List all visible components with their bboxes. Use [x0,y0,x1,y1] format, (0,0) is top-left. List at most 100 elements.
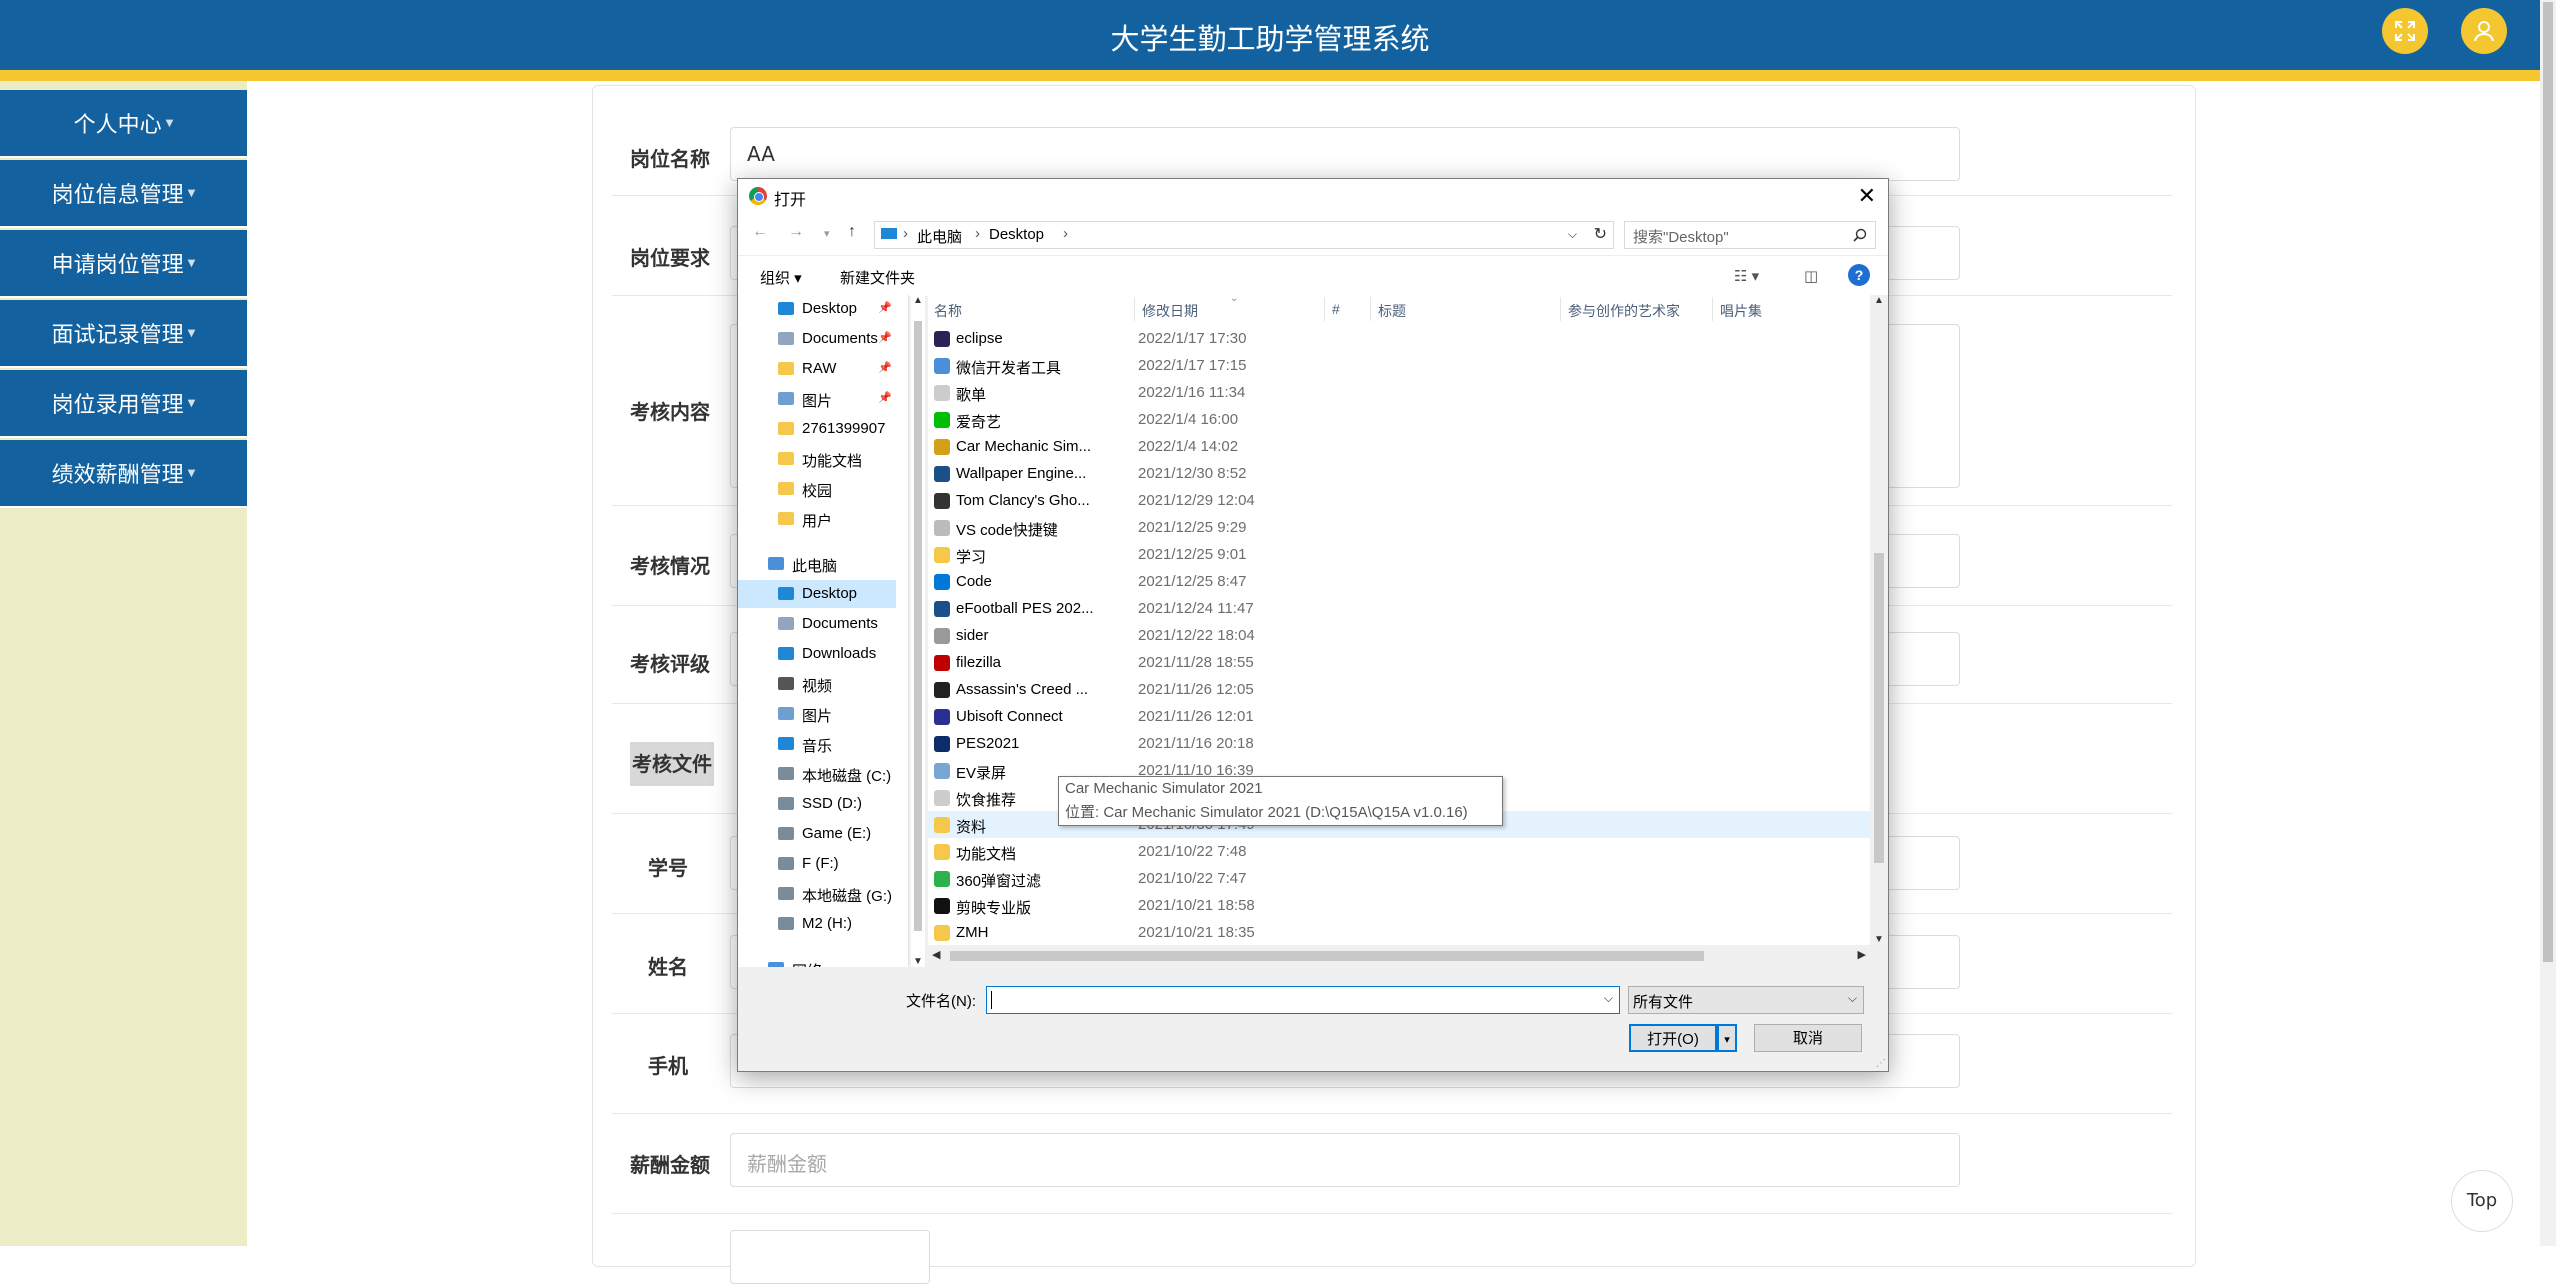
file-row[interactable]: Wallpaper Engine... 2021/12/30 8:52 [928,460,1870,487]
file-row[interactable]: filezilla 2021/11/28 18:55 [928,649,1870,676]
file-row[interactable]: 功能文档 2021/10/22 7:48 [928,838,1870,865]
file-row[interactable]: ZMH 2021/10/21 18:35 [928,919,1870,945]
column-header-album[interactable]: 唱片集 [1720,301,1762,321]
preview-pane-icon[interactable]: ◫ [1804,267,1818,285]
chevron-down-icon[interactable]: ⌵ [1848,991,1857,1006]
open-dropdown-button[interactable]: ▾ [1717,1024,1737,1052]
back-to-top-button[interactable]: Top [2451,1170,2513,1232]
nav-item[interactable]: Documents [738,610,896,638]
file-row[interactable]: VS code快捷键 2021/12/25 9:29 [928,514,1870,541]
sidebar-item-performance-salary[interactable]: 绩效薪酬管理 ▼ [0,440,247,508]
nav-item[interactable]: 本地磁盘 (G:) [738,880,896,908]
nav-item[interactable]: SSD (D:) [738,790,896,818]
file-row[interactable]: 爱奇艺 2022/1/4 16:00 [928,406,1870,433]
file-row[interactable]: Ubisoft Connect 2021/11/26 12:01 [928,703,1870,730]
breadcrumb-this-pc[interactable]: 此电脑 [917,226,962,247]
new-folder-button[interactable]: 新建文件夹 [840,267,915,288]
job-name-input[interactable]: AA [730,127,1960,181]
chevron-down-icon[interactable]: ⌵ [1568,227,1577,242]
cancel-button[interactable]: 取消 [1754,1024,1862,1052]
nav-item[interactable]: 网络 [738,955,896,967]
nav-item[interactable]: 此电脑 [738,550,896,578]
view-options-icon[interactable]: ☷ ▾ [1734,267,1759,285]
scroll-up-icon[interactable]: ▲ [1874,295,1884,306]
salary-input[interactable]: 薪酬金额 [730,1133,1960,1187]
nav-item[interactable]: Desktop [738,580,896,608]
nav-item[interactable]: 图片 📌 [738,385,896,413]
file-row[interactable]: Assassin's Creed ... 2021/11/26 12:05 [928,676,1870,703]
folder-icon [768,557,784,570]
refresh-icon[interactable]: ↻ [1594,224,1607,244]
nav-item[interactable]: 校园 [738,475,896,503]
sidebar-item-job-hiring[interactable]: 岗位录用管理 ▼ [0,370,247,438]
file-row[interactable]: 歌单 2022/1/16 11:34 [928,379,1870,406]
submit-area[interactable] [730,1230,930,1284]
file-row[interactable]: Tom Clancy's Gho... 2021/12/29 12:04 [928,487,1870,514]
sidebar-item-job-info[interactable]: 岗位信息管理 ▼ [0,160,247,228]
chevron-down-icon[interactable]: ⌵ [1604,991,1613,1006]
nav-item[interactable]: F (F:) [738,850,896,878]
file-row[interactable]: Car Mechanic Sim... 2022/1/4 14:02 [928,433,1870,460]
file-row[interactable]: 360弹窗过滤 2021/10/22 7:47 [928,865,1870,892]
column-header-title[interactable]: 标题 [1378,301,1406,321]
up-arrow-icon[interactable]: ↑ [848,223,856,241]
scroll-right-icon[interactable]: ▶ [1858,948,1866,961]
nav-item[interactable]: Documents 📌 [738,325,896,353]
open-button[interactable]: 打开(O) [1629,1024,1717,1052]
file-list-hscrollbar[interactable]: ◀ ▶ [928,945,1870,967]
user-button[interactable] [2461,8,2507,54]
file-list-scrollbar[interactable]: ▲ ▼ [1870,295,1888,945]
nav-item[interactable]: 视频 [738,670,896,698]
file-name: 剪映专业版 [956,900,1032,917]
nav-item[interactable]: Game (E:) [738,820,896,848]
navigation-pane-scrollbar[interactable]: ▲ ▼ [911,295,925,967]
file-row[interactable]: 剪映专业版 2021/10/21 18:58 [928,892,1870,919]
help-icon[interactable]: ? [1848,264,1870,286]
file-row[interactable]: Code 2021/12/25 8:47 [928,568,1870,595]
address-bar[interactable]: › 此电脑 › Desktop › ⌵ ↻ [874,221,1614,249]
back-arrow-icon[interactable]: ← [752,223,768,241]
sidebar-item-interview-records[interactable]: 面试记录管理 ▼ [0,300,247,368]
organize-button[interactable]: 组织 ▾ [760,267,802,288]
file-icon [934,736,950,752]
nav-item[interactable]: RAW 📌 [738,355,896,383]
app-title: 大学生勤工助学管理系统 [1110,22,1430,56]
nav-item[interactable]: M2 (H:) [738,910,896,938]
search-input[interactable]: 搜索"Desktop" [1624,221,1876,249]
page-scrollbar[interactable] [2540,0,2556,1246]
file-row[interactable]: eFootball PES 202... 2021/12/24 11:47 [928,595,1870,622]
file-modified-date: 2021/11/26 12:01 [1138,708,1254,725]
forward-arrow-icon[interactable]: → [788,223,804,241]
pin-icon: 📌 [878,302,892,314]
scroll-down-icon[interactable]: ▼ [913,956,923,967]
close-icon[interactable]: ✕ [1858,183,1876,209]
nav-item[interactable]: Desktop 📌 [738,295,896,323]
breadcrumb-desktop[interactable]: Desktop [989,226,1044,243]
recent-dropdown-icon[interactable]: ▾ [824,227,830,240]
file-row[interactable]: PES2021 2021/11/16 20:18 [928,730,1870,757]
nav-item[interactable]: 用户 [738,505,896,533]
file-row[interactable]: 微信开发者工具 2022/1/17 17:15 [928,352,1870,379]
nav-item[interactable]: 音乐 [738,730,896,758]
file-type-filter[interactable]: 所有文件 ⌵ [1628,986,1864,1014]
file-row[interactable]: sider 2021/12/22 18:04 [928,622,1870,649]
nav-item[interactable]: Downloads [738,640,896,668]
fullscreen-button[interactable] [2382,8,2428,54]
column-header-number[interactable]: # [1332,301,1340,317]
resize-grip-icon[interactable]: ⋰ [1876,1058,1886,1069]
column-header-modified[interactable]: 修改日期 [1142,301,1198,321]
scroll-up-icon[interactable]: ▲ [913,295,923,306]
sidebar-item-personal-center[interactable]: 个人中心 ▼ [0,90,247,158]
sidebar-item-job-application[interactable]: 申请岗位管理 ▼ [0,230,247,298]
filename-input[interactable]: ⌵ [986,986,1620,1014]
column-header-artist[interactable]: 参与创作的艺术家 [1568,301,1680,321]
file-row[interactable]: 学习 2021/12/25 9:01 [928,541,1870,568]
column-header-name[interactable]: 名称 [934,301,962,321]
nav-item[interactable]: 2761399907 [738,415,896,443]
file-row[interactable]: eclipse 2022/1/17 17:30 [928,325,1870,352]
nav-item[interactable]: 图片 [738,700,896,728]
scroll-left-icon[interactable]: ◀ [932,948,940,961]
nav-item[interactable]: 功能文档 [738,445,896,473]
scroll-down-icon[interactable]: ▼ [1874,934,1884,945]
nav-item[interactable]: 本地磁盘 (C:) [738,760,896,788]
